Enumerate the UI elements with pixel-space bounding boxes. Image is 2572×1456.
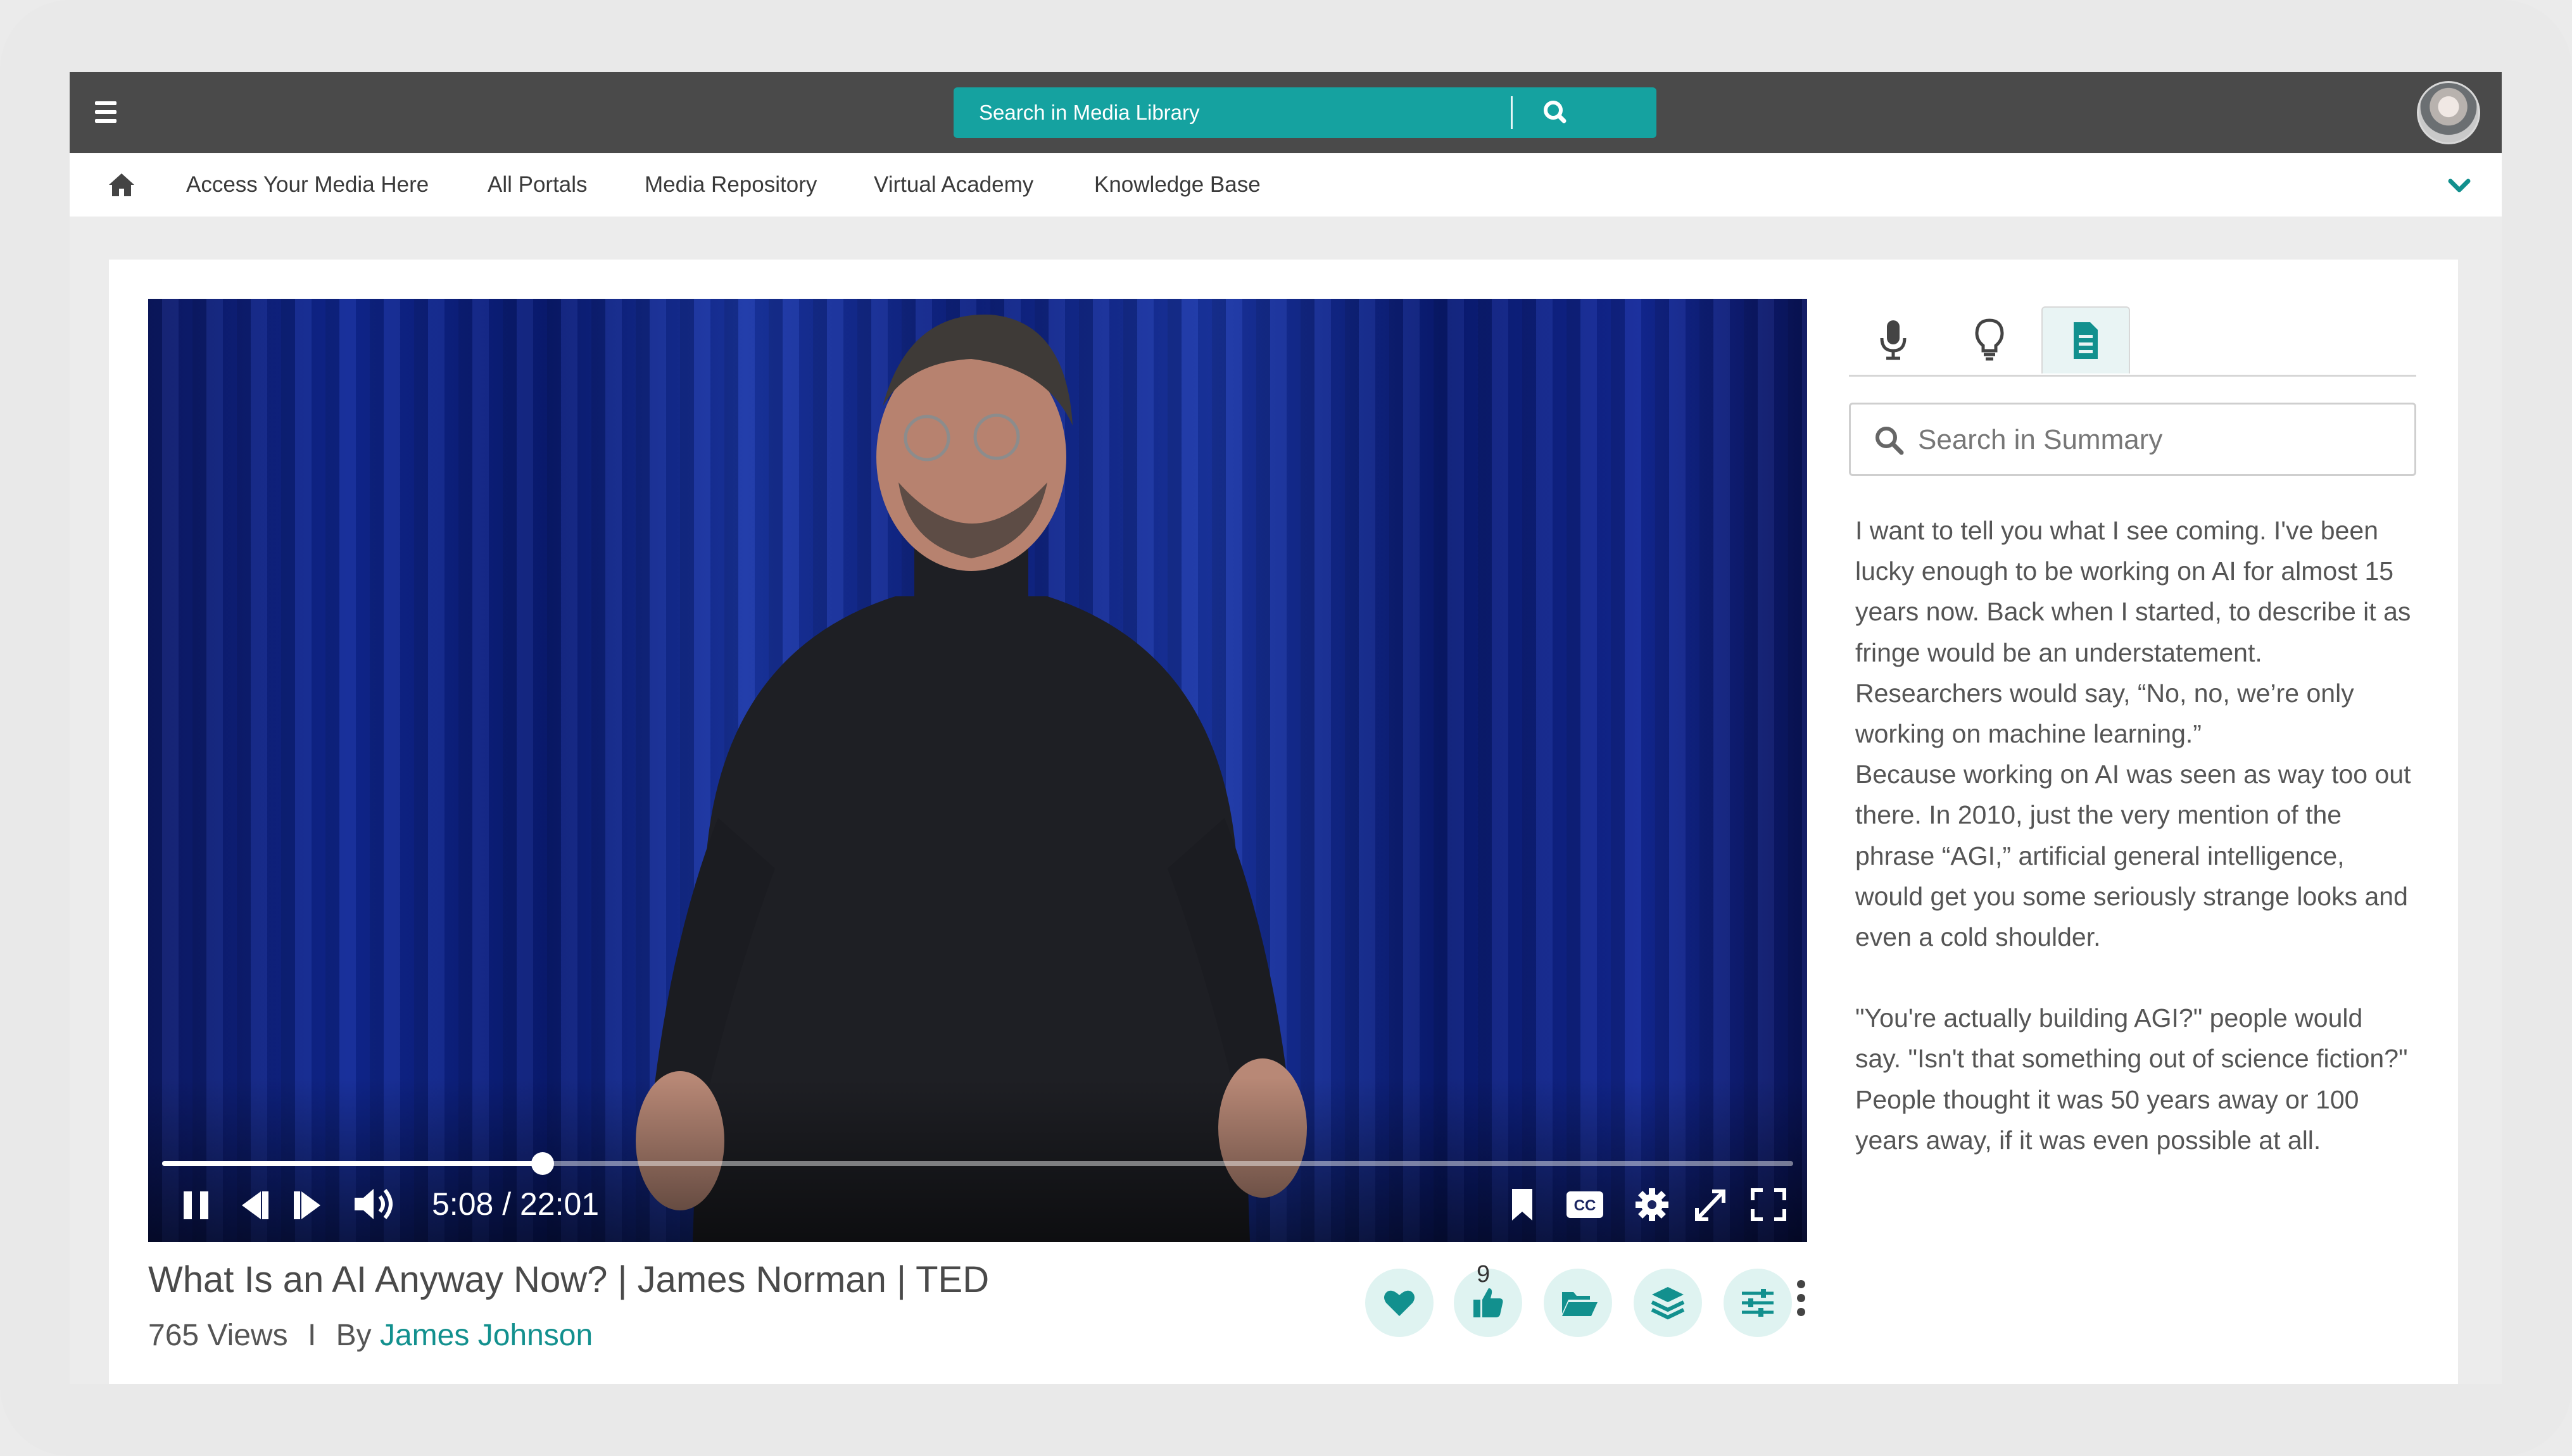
search-button[interactable] <box>1523 92 1587 133</box>
expand-button[interactable] <box>1688 1180 1732 1228</box>
lightbulb-icon <box>1975 318 2004 361</box>
pause-button[interactable] <box>177 1180 215 1228</box>
heart-icon <box>1384 1290 1415 1316</box>
chevron-down-icon[interactable] <box>2445 173 2473 199</box>
thumbs-up-icon <box>1473 1288 1503 1317</box>
content-card: 5:08 / 22:01 CC What Is an AI Anyway Now… <box>109 260 2458 1384</box>
pause-icon <box>184 1191 208 1219</box>
media-library-search-input[interactable] <box>954 87 1511 138</box>
meta-separator: I <box>307 1319 317 1352</box>
tab-insights[interactable] <box>1945 306 2034 373</box>
fullscreen-button[interactable] <box>1746 1180 1791 1228</box>
previous-button[interactable] <box>230 1180 275 1228</box>
like-count: 9 <box>1477 1261 1491 1288</box>
author-link[interactable]: James Johnson <box>380 1319 593 1352</box>
captions-button[interactable]: CC <box>1563 1180 1607 1228</box>
view-count: 765 Views <box>148 1319 288 1352</box>
progress-bar[interactable] <box>162 1152 1793 1175</box>
hamburger-icon[interactable] <box>95 101 117 124</box>
summary-search-input[interactable] <box>1917 405 2400 475</box>
volume-icon <box>355 1189 393 1219</box>
app: Access Your Media Here All Portals Media… <box>70 72 2502 1384</box>
sliders-icon <box>1742 1289 1774 1317</box>
video-meta: 765 Views I By James Johnson <box>148 1318 593 1353</box>
svg-text:CC: CC <box>1574 1197 1596 1214</box>
summary-paragraph: Because working on AI was seen as way to… <box>1855 760 2411 952</box>
previous-icon <box>242 1191 268 1219</box>
expand-icon <box>1695 1189 1725 1221</box>
next-button[interactable] <box>287 1180 332 1228</box>
folder-icon <box>1562 1292 1598 1316</box>
side-panel-tabs <box>1849 306 2416 377</box>
bookmark-button[interactable] <box>1503 1180 1541 1228</box>
nav-item-knowledge-base[interactable]: Knowledge Base <box>1094 153 1261 217</box>
adjust-button[interactable] <box>1724 1269 1792 1337</box>
time-display: 5:08 / 22:01 <box>432 1186 600 1222</box>
video-player[interactable]: 5:08 / 22:01 CC <box>148 299 1807 1242</box>
video-title: What Is an AI Anyway Now? | James Norman… <box>148 1259 990 1300</box>
layers-button[interactable] <box>1634 1269 1702 1337</box>
summary-paragraph: "You're actually building AGI?" people w… <box>1855 1003 2408 1155</box>
search-icon <box>1544 101 1567 123</box>
fullscreen-icon <box>1751 1188 1786 1221</box>
volume-button[interactable] <box>348 1180 399 1228</box>
microphone-icon <box>1880 320 1907 360</box>
settings-icon <box>1636 1188 1668 1221</box>
document-icon <box>2074 322 2098 359</box>
progress-knob[interactable] <box>531 1152 554 1175</box>
tab-summary[interactable] <box>2041 306 2130 373</box>
search-divider <box>1511 96 1513 129</box>
nav-item-virtual-academy[interactable]: Virtual Academy <box>874 153 1033 217</box>
by-label: By <box>336 1319 372 1352</box>
folder-button[interactable] <box>1544 1269 1612 1337</box>
home-icon[interactable] <box>108 171 136 199</box>
summary-text: I want to tell you what I see coming. I'… <box>1855 510 2412 1160</box>
media-library-search <box>954 87 1656 138</box>
top-bar <box>70 72 2502 153</box>
nav-item-all-portals[interactable]: All Portals <box>488 153 588 217</box>
nav-item-access-media[interactable]: Access Your Media Here <box>186 153 429 217</box>
nav-item-media-repository[interactable]: Media Repository <box>645 153 817 217</box>
window-frame: Access Your Media Here All Portals Media… <box>0 0 2572 1456</box>
next-icon <box>294 1191 320 1219</box>
settings-button[interactable] <box>1630 1180 1674 1228</box>
closed-captions-icon: CC <box>1567 1191 1603 1218</box>
bookmark-icon <box>1512 1189 1532 1221</box>
search-icon <box>1875 427 1904 455</box>
progress-played <box>162 1161 543 1166</box>
user-avatar[interactable] <box>2417 81 2480 144</box>
tab-transcript[interactable] <box>1849 306 1938 373</box>
more-icon[interactable] <box>1793 1280 1808 1321</box>
summary-search <box>1849 403 2416 476</box>
nav-bar: Access Your Media Here All Portals Media… <box>70 153 2502 217</box>
layers-icon <box>1651 1287 1685 1320</box>
summary-paragraph: I want to tell you what I see coming. I'… <box>1855 516 2411 749</box>
favorite-button[interactable] <box>1365 1269 1434 1337</box>
